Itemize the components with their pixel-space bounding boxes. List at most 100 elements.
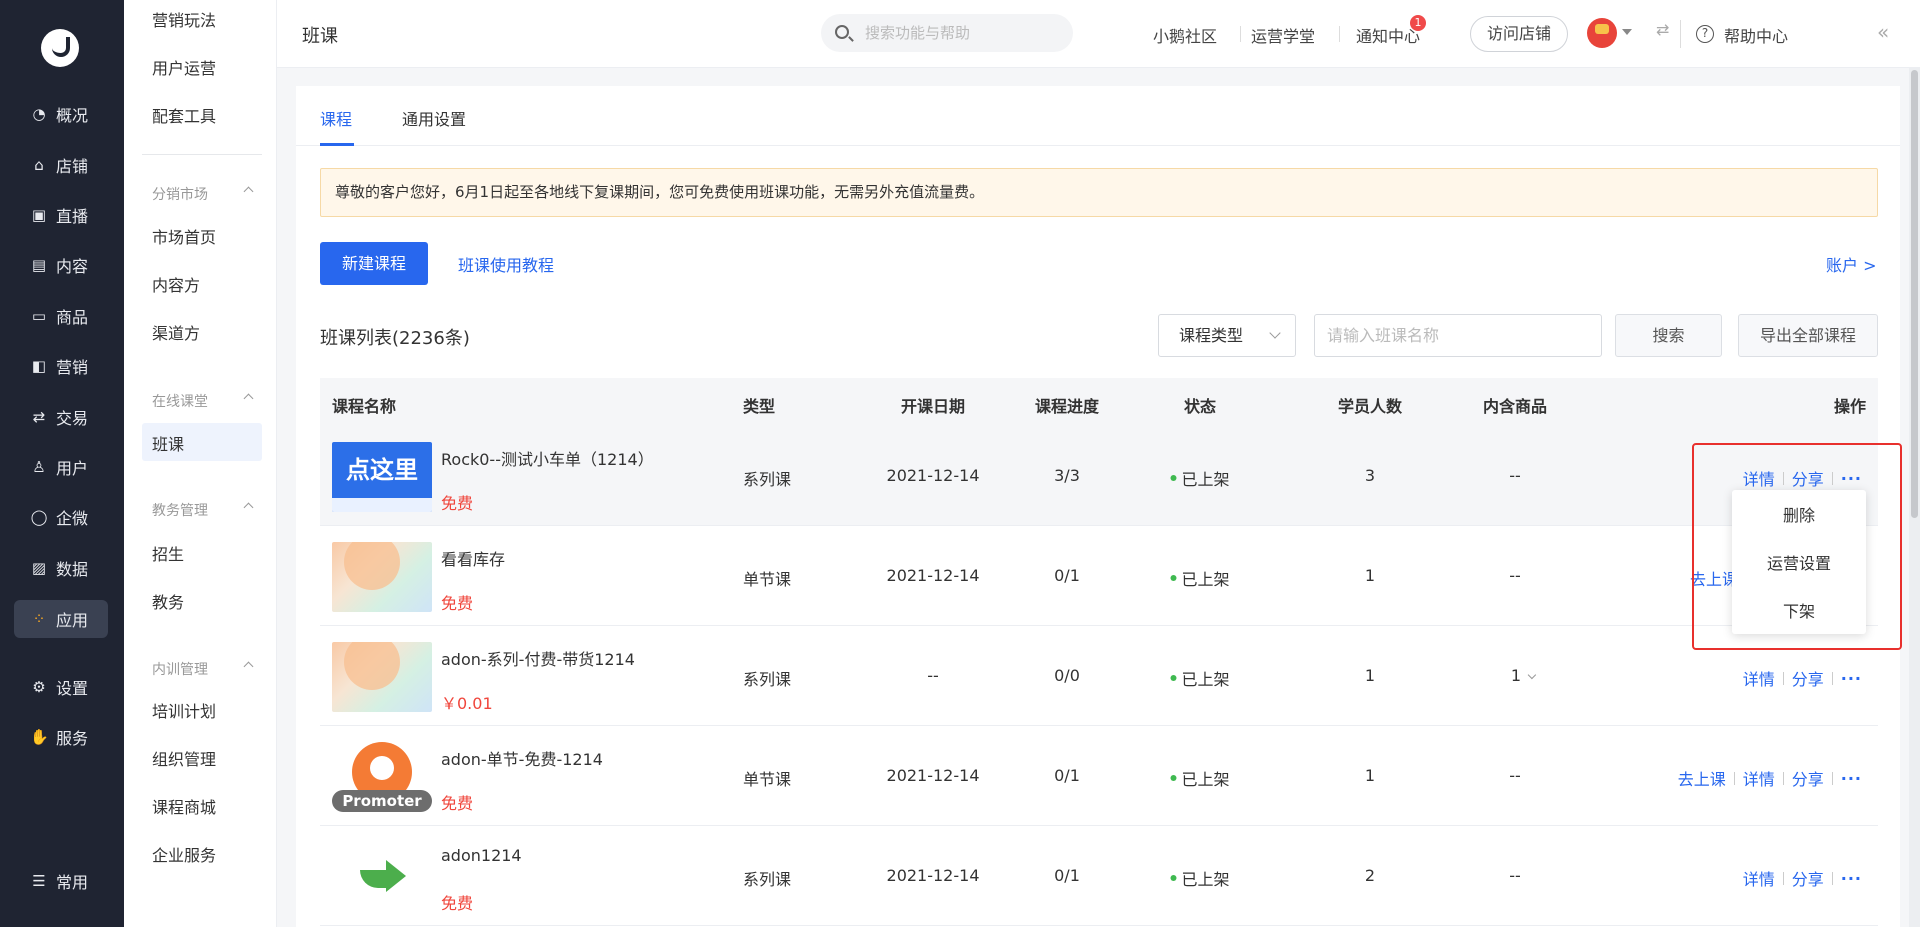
status-badge: 已上架 <box>1170 666 1230 690</box>
help-center-link[interactable]: 帮助中心 <box>1724 23 1788 47</box>
status: 已上架 <box>1170 866 1230 890</box>
brand-logo[interactable] <box>41 29 79 67</box>
more-icon[interactable]: ··· <box>1841 769 1862 788</box>
sub-link[interactable]: 配套工具 <box>152 103 216 127</box>
nav-item-wecom[interactable]: ◯ 企微 <box>14 498 108 536</box>
group-header[interactable]: 内训管理 <box>152 659 254 679</box>
table-header: 课程名称 类型 开课日期 课程进度 状态 学员人数 内含商品 操作 <box>320 378 1878 426</box>
course-price: 免费 <box>441 894 474 913</box>
sub-link[interactable]: 内容方 <box>152 272 200 296</box>
global-search[interactable] <box>821 14 1073 52</box>
go-to-class-link[interactable]: 去上课 <box>1678 766 1726 790</box>
nav-item-live[interactable]: ▣ 直播 <box>14 196 108 234</box>
visit-store-button[interactable]: 访问店铺 <box>1470 16 1568 52</box>
chevron-up-icon <box>243 661 254 672</box>
thumbnail-text: Promoter <box>332 790 432 812</box>
sub-link[interactable]: 用户运营 <box>152 55 216 79</box>
share-link[interactable]: 分享 <box>1792 666 1824 690</box>
academy-link[interactable]: 运营学堂 <box>1251 23 1315 47</box>
nav-item-data[interactable]: ▨ 数据 <box>14 549 108 587</box>
tab-general-settings[interactable]: 通用设置 <box>402 106 466 130</box>
sub-link[interactable]: 课程商城 <box>152 794 216 818</box>
nav-item-overview[interactable]: ◔ 概况 <box>14 95 108 133</box>
go-to-class-link[interactable]: 去上课 <box>1690 566 1738 590</box>
collapse-icon[interactable]: « <box>1877 20 1889 44</box>
nav-item-common[interactable]: ☰ 常用 <box>14 862 108 900</box>
more-icon[interactable]: ··· <box>1841 869 1862 888</box>
search-input[interactable] <box>865 22 1065 44</box>
included-goods[interactable]: 1 <box>1511 666 1537 685</box>
status: 已上架 <box>1170 666 1230 690</box>
keyword-input[interactable] <box>1314 314 1602 357</box>
help-icon: ? <box>1696 25 1714 43</box>
nav-item-goods[interactable]: ▭ 商品 <box>14 297 108 335</box>
avatar[interactable] <box>1587 18 1617 48</box>
sub-sidebar: 营销玩法 用户运营 配套工具 分销市场 市场首页 内容方 渠道方 在线课堂 班课… <box>124 0 277 927</box>
more-icon[interactable]: ··· <box>1841 669 1862 688</box>
table-row: adon-系列-付费-带货1214 ￥0.01 系列课 -- 0/0 已上架 1… <box>320 626 1878 726</box>
course-name[interactable]: adon-单节-免费-1214 <box>441 746 603 770</box>
course-thumbnail[interactable] <box>332 842 432 912</box>
sub-link[interactable]: 营销玩法 <box>152 7 216 31</box>
course-thumbnail[interactable]: 点这里 <box>332 442 432 512</box>
nav-item-marketing[interactable]: ◧ 营销 <box>14 347 108 385</box>
caret-down-icon[interactable] <box>1622 29 1632 35</box>
divider <box>1831 671 1833 685</box>
new-course-button[interactable]: 新建课程 <box>320 242 428 285</box>
detail-link[interactable]: 详情 <box>1743 766 1775 790</box>
course-thumbnail[interactable]: Promoter <box>332 742 432 812</box>
tab-courses[interactable]: 课程 <box>320 106 352 130</box>
included-goods: -- <box>1509 566 1521 585</box>
status: 已上架 <box>1170 566 1230 590</box>
menu-item-delete[interactable]: 删除 <box>1732 502 1866 526</box>
nav-item-store[interactable]: ⌂ 店铺 <box>14 146 108 184</box>
scrollbar-thumb[interactable] <box>1911 70 1918 518</box>
share-link[interactable]: 分享 <box>1792 466 1824 490</box>
nav-label: 商品 <box>56 308 89 327</box>
nav-item-trade[interactable]: ⇄ 交易 <box>14 398 108 436</box>
more-icon[interactable]: ··· <box>1841 469 1862 488</box>
status-text: 已上架 <box>1181 870 1230 889</box>
sub-link[interactable]: 组织管理 <box>152 746 216 770</box>
menu-item-unpublish[interactable]: 下架 <box>1732 598 1866 622</box>
sub-link[interactable]: 市场首页 <box>152 224 216 248</box>
nav-item-service[interactable]: ✋ 服务 <box>14 718 108 756</box>
sub-link[interactable]: 教务 <box>152 589 184 613</box>
chat-icon: ◯ <box>30 508 48 526</box>
course-thumbnail[interactable] <box>332 642 432 712</box>
sub-link[interactable]: 招生 <box>152 541 184 565</box>
sub-link[interactable]: 企业服务 <box>152 842 216 866</box>
share-link[interactable]: 分享 <box>1792 866 1824 890</box>
row-actions: 去上课 详情 分享 ··· <box>1678 766 1862 790</box>
detail-link[interactable]: 详情 <box>1743 866 1775 890</box>
course-type: 系列课 <box>743 670 792 689</box>
switch-icon[interactable]: ⇄ <box>1656 20 1669 39</box>
nav-item-content[interactable]: ▤ 内容 <box>14 246 108 284</box>
group-header[interactable]: 在线课堂 <box>152 391 254 411</box>
course-name[interactable]: 看看库存 <box>441 546 505 570</box>
detail-link[interactable]: 详情 <box>1743 666 1775 690</box>
page-scrollbar[interactable] <box>1909 68 1920 927</box>
nav-item-settings[interactable]: ⚙ 设置 <box>14 668 108 706</box>
search-button[interactable]: 搜索 <box>1615 314 1722 357</box>
course-thumbnail[interactable] <box>332 542 432 612</box>
sub-link-active[interactable]: 班课 <box>152 431 184 455</box>
tutorial-link[interactable]: 班课使用教程 <box>458 252 554 276</box>
list-title: 班课列表(2236条) <box>320 328 470 349</box>
menu-item-operation-settings[interactable]: 运营设置 <box>1732 550 1866 574</box>
course-name[interactable]: adon-系列-付费-带货1214 <box>441 646 635 670</box>
course-name[interactable]: Rock0--测试小车单（1214） <box>441 446 654 470</box>
sub-link[interactable]: 渠道方 <box>152 320 200 344</box>
sub-link[interactable]: 培训计划 <box>152 698 216 722</box>
export-all-button[interactable]: 导出全部课程 <box>1738 314 1878 357</box>
detail-link[interactable]: 详情 <box>1743 466 1775 490</box>
course-name[interactable]: adon1214 <box>441 846 522 865</box>
account-link[interactable]: 账户 > <box>1826 252 1877 276</box>
nav-item-users[interactable]: ♙ 用户 <box>14 448 108 486</box>
share-link[interactable]: 分享 <box>1792 766 1824 790</box>
community-link[interactable]: 小鹅社区 <box>1153 23 1217 47</box>
group-header[interactable]: 教务管理 <box>152 500 254 520</box>
nav-item-apps[interactable]: ⁘ 应用 <box>14 600 108 638</box>
group-header[interactable]: 分销市场 <box>152 184 254 204</box>
course-type-select[interactable]: 课程类型 <box>1158 314 1296 357</box>
